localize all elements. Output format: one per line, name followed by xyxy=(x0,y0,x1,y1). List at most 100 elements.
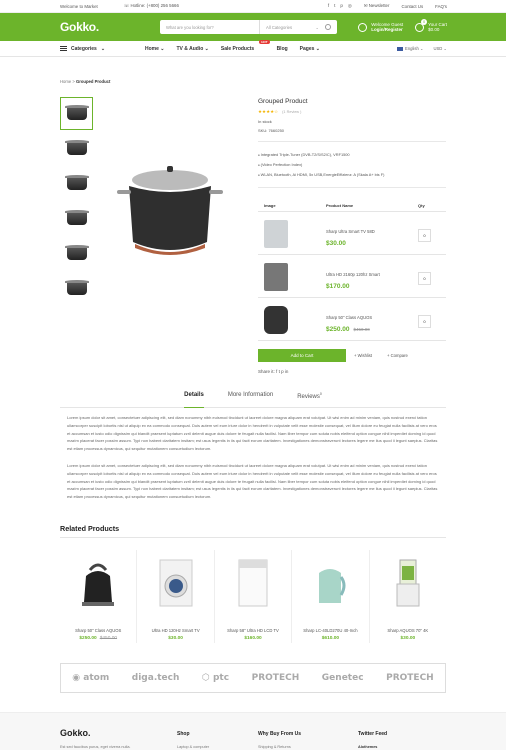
menu-icon xyxy=(60,46,67,51)
add-to-cart-button[interactable]: Add to Cart xyxy=(258,349,346,362)
col-qty: Qty xyxy=(418,203,425,208)
washer-image xyxy=(238,559,268,606)
logo[interactable]: Gokko. xyxy=(60,20,160,34)
brand-logo[interactable]: Genetec xyxy=(322,673,364,683)
washer-image[interactable] xyxy=(264,220,288,248)
qty-input[interactable]: 0 xyxy=(418,229,431,242)
product-name[interactable]: Sharp Ultra Smart TV 58D xyxy=(326,229,418,234)
welcome-text: Welcome to Market xyxy=(60,3,98,9)
footer-logo[interactable]: Gokko. xyxy=(60,728,91,738)
product-card[interactable]: Sharp LC-40LD270U 40-Inch $610.00 xyxy=(292,550,370,643)
table-row: Ultra HD 2160p 120hz Smart $170.00 0 xyxy=(258,255,446,298)
search-icon[interactable] xyxy=(325,24,331,30)
tab-reviews[interactable]: Reviews0 xyxy=(297,392,322,407)
instagram-icon[interactable]: ◎ xyxy=(348,3,352,9)
table-header: Image Product Name Qty xyxy=(258,200,446,212)
juicer-image xyxy=(396,559,420,606)
product-name[interactable]: Ultra HD 2160p 120hz Smart xyxy=(326,272,418,277)
thumbnail[interactable] xyxy=(60,237,93,270)
cart-button[interactable]: 0 Your Cart $0.00 xyxy=(415,18,447,33)
description-paragraph: Lorem ipsum dolor sit amet, consectetuer… xyxy=(67,462,438,500)
nav-tv-audio[interactable]: TV & Audio ⌄ xyxy=(177,46,209,52)
qty-input[interactable]: 0 xyxy=(418,315,431,328)
review-count[interactable]: (1 Review ) xyxy=(282,110,301,114)
search-input[interactable]: What are you looking for? xyxy=(166,25,259,30)
thumbnail[interactable] xyxy=(60,202,93,235)
tab-details[interactable]: Details xyxy=(184,392,204,408)
product-name[interactable]: Sharp 50" Class AQUOS xyxy=(60,628,136,633)
product-title: Grouped Product xyxy=(258,98,308,105)
tab-more-information[interactable]: More Information xyxy=(228,392,273,407)
thumbnail[interactable] xyxy=(60,132,93,165)
compare-link[interactable]: + Compare xyxy=(387,353,408,358)
login-register-link[interactable]: Login/Register xyxy=(371,27,403,32)
related-products-title: Related Products xyxy=(60,524,120,533)
nav-home[interactable]: Home ⌄ xyxy=(145,46,165,52)
product-name[interactable]: Sharp 58" Ultra HD LCD TV xyxy=(215,628,291,633)
thumbnail[interactable] xyxy=(60,97,93,130)
facebook-icon[interactable]: f xyxy=(276,369,277,374)
currency-select[interactable]: USD ⌄ xyxy=(433,46,447,51)
divider xyxy=(60,537,446,538)
twitter-icon[interactable]: t xyxy=(279,369,280,374)
categories-menu[interactable]: Categories ⌄ xyxy=(60,46,145,52)
nav-pages[interactable]: Pages ⌄ xyxy=(300,46,320,52)
contact-link[interactable]: Contact Us xyxy=(401,4,423,9)
breadcrumb-home[interactable]: Home xyxy=(60,79,71,84)
wishlist-link[interactable]: + Wishlist xyxy=(354,353,372,358)
qty-input[interactable]: 0 xyxy=(418,272,431,285)
footer-link[interactable]: Laptop & computer xyxy=(177,745,209,749)
breadcrumb: Home > Grouped Product xyxy=(60,79,111,84)
social-links: f t p ◎ xyxy=(328,3,352,9)
col-image: Image xyxy=(264,203,276,208)
welcome-guest: Welcome Guest xyxy=(371,21,404,27)
product-name[interactable]: Sharp LC-40LD270U 40-Inch xyxy=(292,628,368,633)
product-price: $30.00 xyxy=(168,636,183,641)
brand-logo[interactable]: PROTECH xyxy=(386,673,434,683)
related-products: Sharp 50" Class AQUOS $250.00 $450.00 Ult… xyxy=(60,550,446,643)
footer-tagline: Est sed faucibus purus, eget viverra nul… xyxy=(60,745,131,749)
product-card[interactable]: Sharp 58" Ultra HD LCD TV $160.00 xyxy=(215,550,293,643)
kettle-image xyxy=(319,568,346,603)
appliance-image[interactable] xyxy=(264,263,288,291)
hot-badge: HOT xyxy=(259,39,270,44)
product-name[interactable]: Sharp AQUOS 70" 4K xyxy=(370,628,446,633)
chevron-down-icon: ⌄ xyxy=(100,45,106,52)
facebook-icon[interactable]: f xyxy=(328,3,329,9)
kettle-image[interactable] xyxy=(264,306,288,334)
linkedin-icon[interactable]: in xyxy=(285,369,289,374)
thumbnail[interactable] xyxy=(60,167,93,200)
product-price: $610.00 xyxy=(321,636,340,641)
language-select[interactable]: English ⌄ xyxy=(397,46,423,51)
cart-count-badge: 0 xyxy=(421,18,428,25)
category-select[interactable]: All Categories ⌄ xyxy=(259,20,319,34)
brand-logo[interactable]: diga.tech xyxy=(132,673,180,683)
pinterest-icon[interactable]: p xyxy=(340,3,343,9)
account-link[interactable]: Welcome Guest Login/Register xyxy=(358,22,403,33)
product-card[interactable]: Ultra HD 120Hz Smart TV $30.00 xyxy=(137,550,215,643)
product-card[interactable]: Sharp 50" Class AQUOS $250.00 $450.00 xyxy=(60,550,138,643)
reviews-count: 0 xyxy=(319,392,322,396)
newsletter-link[interactable]: ✉ Newsletter xyxy=(364,3,390,9)
brand-logo[interactable]: ⬡ ptc xyxy=(202,673,229,683)
brand-logo[interactable]: PROTECH xyxy=(252,673,300,683)
brand-logo[interactable]: ◉ atom xyxy=(72,673,109,683)
nav-blog[interactable]: Blog xyxy=(277,46,288,52)
twitter-handle[interactable]: Alothemes xyxy=(358,745,377,749)
old-price: $450.00 xyxy=(353,327,370,332)
faq-link[interactable]: FAQ's xyxy=(435,4,447,9)
product-price: $250.00 $450.00 xyxy=(326,326,370,333)
product-tabs: Details More Information Reviews0 xyxy=(60,392,446,408)
product-price: $170.00 xyxy=(326,283,350,290)
footer-link[interactable]: Shipping & Returns xyxy=(258,745,291,749)
table-row: Sharp 50" Class AQUOS $250.00 $450.00 0 xyxy=(258,298,446,341)
main-nav: Categories ⌄ Home ⌄ TV & Audio ⌄ Sale Pro… xyxy=(0,39,506,57)
nav-sale-products[interactable]: Sale ProductsHOT xyxy=(221,39,270,52)
twitter-icon[interactable]: t xyxy=(334,3,335,9)
product-card[interactable]: Sharp AQUOS 70" 4K $30.00 xyxy=(370,550,446,643)
feature-item: WLAN, Bluetooth, Ai HDMI, 5x USB,Energie… xyxy=(258,170,385,180)
thumbnail[interactable] xyxy=(60,272,93,305)
product-name[interactable]: Sharp 50" Class AQUOS xyxy=(326,315,418,320)
product-name[interactable]: Ultra HD 120Hz Smart TV xyxy=(137,628,213,633)
pinterest-icon[interactable]: p xyxy=(281,369,284,374)
